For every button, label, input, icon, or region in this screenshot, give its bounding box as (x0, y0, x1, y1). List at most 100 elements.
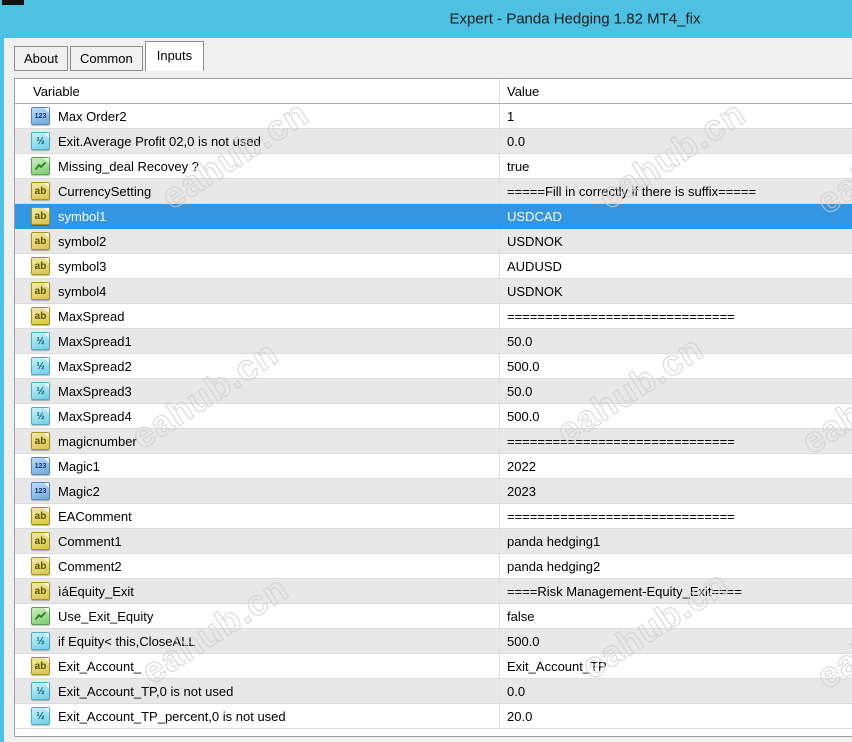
string-type-icon: ab (31, 257, 50, 275)
title-bar[interactable]: Expert - Panda Hedging 1.82 MT4_fix (0, 0, 852, 38)
param-label-cell: ab symbol4 (15, 279, 500, 303)
param-row[interactable]: ab symbol1 USDCAD (15, 204, 852, 229)
param-row[interactable]: ½ Exit_Account_TP,0 is not used 0.0 (15, 679, 852, 704)
param-name: Exit_Account_TP,0 is not used (58, 683, 234, 699)
param-value[interactable]: USDCAD (500, 204, 852, 228)
param-row[interactable]: ab Exit_Account_ Exit_Account_TP (15, 654, 852, 679)
param-value[interactable]: 50.0 (500, 379, 852, 403)
window-corner-mark (2, 0, 24, 5)
param-value[interactable]: 500.0 (500, 354, 852, 378)
tab-inputs[interactable]: Inputs (144, 41, 205, 71)
param-value[interactable]: =====Fill in correctly if there is suffi… (500, 179, 852, 203)
param-name: symbol3 (58, 258, 107, 274)
param-value[interactable]: 2023 (500, 479, 852, 503)
param-row[interactable]: 123 Max Order2 1 (15, 104, 852, 129)
param-label-cell: ab Comment2 (15, 554, 500, 578)
int-type-icon: 123 (31, 457, 50, 475)
string-type-icon: ab (31, 207, 50, 225)
param-value[interactable]: 50.0 (500, 329, 852, 353)
param-row[interactable]: ab Comment1 panda hedging1 (15, 529, 852, 554)
param-value[interactable]: USDNOK (500, 279, 852, 303)
param-name: symbol1 (58, 208, 107, 224)
param-row[interactable]: ab symbol2 USDNOK (15, 229, 852, 254)
param-value[interactable]: ====Risk Management-Equity_Exit==== (500, 579, 852, 603)
param-value[interactable]: false (500, 604, 852, 628)
param-label-cell: ½ MaxSpread3 (15, 379, 500, 403)
param-row[interactable]: Missing_deal Recovey ? true (15, 154, 852, 179)
bool-type-icon (31, 607, 50, 625)
param-label-cell: ab symbol3 (15, 254, 500, 278)
param-value[interactable]: USDNOK (500, 229, 852, 253)
param-value[interactable]: ============================== (500, 304, 852, 328)
param-label-cell: ab MaxSpread (15, 304, 500, 328)
param-row[interactable]: ab CurrencySetting =====Fill in correctly … (15, 179, 852, 204)
param-name: Missing_deal Recovey ? (58, 158, 199, 174)
param-row[interactable]: ½ MaxSpread3 50.0 (15, 379, 852, 404)
param-row[interactable]: ab Comment2 panda hedging2 (15, 554, 852, 579)
param-row[interactable]: ab MaxSpread =============================… (15, 304, 852, 329)
string-type-icon: ab (31, 557, 50, 575)
param-row[interactable]: ½ MaxSpread2 500.0 (15, 354, 852, 379)
param-row[interactable]: ½ MaxSpread1 50.0 (15, 329, 852, 354)
grid-rows: 123 Max Order2 1 ½ Exit.Average Profit 02,0 … (15, 104, 852, 729)
param-name: symbol2 (58, 233, 107, 249)
param-row[interactable]: Use_Exit_Equity false (15, 604, 852, 629)
string-type-icon: ab (31, 282, 50, 300)
param-row[interactable]: 123 Magic2 2023 (15, 479, 852, 504)
param-value[interactable]: 1 (500, 104, 852, 128)
param-label-cell: 123 Magic1 (15, 454, 500, 478)
param-label-cell: ½ Exit_Account_TP_percent,0 is not used (15, 704, 500, 728)
param-row[interactable]: ½ Exit.Average Profit 02,0 is not used 0.0 (15, 129, 852, 154)
param-label-cell: ab symbol2 (15, 229, 500, 253)
param-name: magicnumber (58, 433, 137, 449)
param-name: Magic1 (58, 458, 100, 474)
param-name: Magic2 (58, 483, 100, 499)
double-type-icon: ½ (31, 132, 50, 150)
string-type-icon: ab (31, 657, 50, 675)
param-label-cell: Missing_deal Recovey ? (15, 154, 500, 178)
column-header-variable: Variable (15, 79, 500, 103)
tab-about[interactable]: About (14, 46, 68, 71)
grid-header-row: Variable Value (15, 79, 852, 104)
param-value[interactable]: 500.0 (500, 629, 852, 653)
param-row[interactable]: ab symbol4 USDNOK (15, 279, 852, 304)
double-type-icon: ½ (31, 682, 50, 700)
string-type-icon: ab (31, 532, 50, 550)
param-value[interactable]: true (500, 154, 852, 178)
param-value[interactable]: 0.0 (500, 129, 852, 153)
double-type-icon: ½ (31, 407, 50, 425)
inputs-grid: Variable Value 123 Max Order2 1 ½ Exit.Avera… (14, 78, 852, 737)
param-row[interactable]: ab magicnumber ===========================… (15, 429, 852, 454)
param-value[interactable]: panda hedging1 (500, 529, 852, 553)
param-row[interactable]: ab EAComment =============================… (15, 504, 852, 529)
param-row[interactable]: ½ MaxSpread4 500.0 (15, 404, 852, 429)
param-value[interactable]: AUDUSD (500, 254, 852, 278)
param-value[interactable]: Exit_Account_TP (500, 654, 852, 678)
param-value[interactable]: 0.0 (500, 679, 852, 703)
param-name: MaxSpread (58, 308, 125, 324)
param-row[interactable]: ab symbol3 AUDUSD (15, 254, 852, 279)
double-type-icon: ½ (31, 332, 50, 350)
param-name: MaxSpread4 (58, 408, 132, 424)
param-value[interactable]: ============================== (500, 504, 852, 528)
window-title: Expert - Panda Hedging 1.82 MT4_fix (449, 10, 701, 28)
param-name: if Equity< this,CloseALL (58, 633, 196, 649)
param-value[interactable]: 2022 (500, 454, 852, 478)
param-label-cell: ab ìáEquity_Exit (15, 579, 500, 603)
param-label-cell: ½ Exit.Average Profit 02,0 is not used (15, 129, 500, 153)
tab-bar: About Common Inputs (14, 41, 206, 71)
param-value[interactable]: panda hedging2 (500, 554, 852, 578)
param-row[interactable]: ½ Exit_Account_TP_percent,0 is not used 20… (15, 704, 852, 729)
param-value[interactable]: ============================== (500, 429, 852, 453)
double-type-icon: ½ (31, 382, 50, 400)
param-row[interactable]: 123 Magic1 2022 (15, 454, 852, 479)
double-type-icon: ½ (31, 357, 50, 375)
param-label-cell: ½ MaxSpread2 (15, 354, 500, 378)
param-value[interactable]: 20.0 (500, 704, 852, 728)
param-label-cell: 123 Max Order2 (15, 104, 500, 128)
param-value[interactable]: 500.0 (500, 404, 852, 428)
tab-common[interactable]: Common (69, 46, 143, 71)
param-row[interactable]: ½ if Equity< this,CloseALL 500.0 (15, 629, 852, 654)
param-row[interactable]: ab ìáEquity_Exit ====Risk Management-Equit… (15, 579, 852, 604)
int-type-icon: 123 (31, 107, 50, 125)
